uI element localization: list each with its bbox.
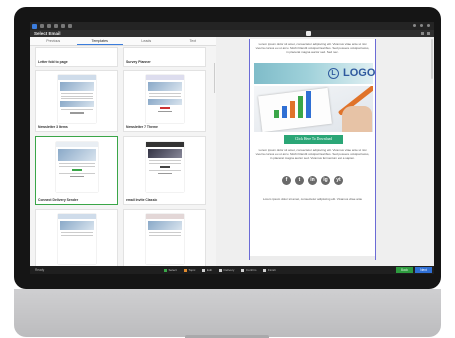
template-thumbnail <box>145 142 184 192</box>
template-card[interactable]: Letter fold to page <box>35 47 118 67</box>
step-swatch <box>241 268 245 272</box>
email-footer-band <box>250 256 375 260</box>
step-topic[interactable]: Topic <box>183 268 196 272</box>
template-card[interactable] <box>35 209 118 266</box>
step-label: Finish <box>267 268 276 272</box>
monitor-chin <box>14 289 441 337</box>
home-icon[interactable] <box>32 23 37 29</box>
notification-icon[interactable] <box>413 24 416 27</box>
tab-text[interactable]: Text <box>170 37 217 45</box>
step-select[interactable]: Select <box>164 268 177 272</box>
email-preview-area: Lorem ipsum dolor sit amet, consectetur … <box>216 37 434 266</box>
wizard-steps: Select Topic Edit Delivery Confirm Finis… <box>164 268 276 272</box>
folder-icon[interactable] <box>54 24 58 28</box>
template-thumbnail <box>145 214 184 264</box>
back-icon[interactable] <box>40 24 44 28</box>
social-icons: f t in ig yt <box>250 176 375 185</box>
grid-icon[interactable] <box>47 24 51 28</box>
youtube-icon[interactable]: yt <box>334 176 343 185</box>
step-swatch <box>164 268 167 272</box>
app-toolbar <box>30 22 434 30</box>
tab-leads[interactable]: Leads <box>123 37 170 45</box>
user-icon[interactable] <box>61 24 65 28</box>
template-caption: email Invite Classic <box>126 198 158 202</box>
close-icon[interactable] <box>427 32 430 35</box>
email-body-text: Lorem ipsum dolor sit amet, consectetur … <box>255 148 370 160</box>
template-thumbnail <box>57 214 96 264</box>
template-card[interactable]: email Invite Classic <box>123 136 206 205</box>
step-label: Delivery <box>223 268 235 272</box>
instagram-icon[interactable]: ig <box>321 176 330 185</box>
step-label: Edit <box>206 268 213 272</box>
template-tabs: Previous Templates Leads Text <box>30 37 216 46</box>
minimize-icon[interactable] <box>421 32 424 35</box>
step-label: Select <box>168 268 177 272</box>
email-intro-text: Lorem ipsum dolor sit amet, consectetur … <box>255 42 370 54</box>
step-swatch <box>263 268 267 272</box>
download-cta-button[interactable]: Click Here To Download <box>284 135 343 144</box>
template-card[interactable]: Newsletter 3 Items <box>35 70 118 132</box>
linkedin-icon[interactable]: in <box>308 176 317 185</box>
template-card-selected[interactable]: Connect Delivery Sender <box>35 136 118 205</box>
search-icon[interactable] <box>68 24 72 28</box>
template-thumbnail <box>55 142 98 192</box>
step-confirm[interactable]: Confirm <box>241 268 256 272</box>
email-footer-text: Lorem ipsum dolor sit amet, consectetur … <box>262 197 363 201</box>
step-label: Confirm <box>245 268 257 272</box>
twitter-icon[interactable]: t <box>295 176 304 185</box>
logo-mark: L <box>328 68 339 79</box>
template-thumbnail <box>57 75 96 123</box>
template-card[interactable]: Survey Planner <box>123 47 206 67</box>
app-screen: Select Email Previous Templates Leads Te… <box>30 22 434 274</box>
template-panel: Previous Templates Leads Text Letter fol… <box>30 37 216 266</box>
tab-previous[interactable]: Previous <box>30 37 77 45</box>
step-finish[interactable]: Finish <box>263 268 276 272</box>
step-edit[interactable]: Edit <box>202 268 212 272</box>
template-caption: Survey Planner <box>126 60 151 64</box>
dialog-title: Select Email <box>34 31 61 36</box>
status-text: Ready <box>35 268 45 272</box>
back-button[interactable]: Back <box>396 267 413 273</box>
tab-templates[interactable]: Templates <box>76 37 123 45</box>
dialog-titlebar: Select Email <box>30 30 434 37</box>
template-card[interactable]: Newsletter 7 Theme <box>123 70 206 132</box>
template-card[interactable] <box>123 209 206 266</box>
preview-toggle-button[interactable] <box>306 31 311 36</box>
email-logo-banner: L LOGO <box>254 63 376 84</box>
facebook-icon[interactable]: f <box>282 176 291 185</box>
template-caption: Newsletter 3 Items <box>38 125 68 129</box>
wizard-bottom-bar: Ready Select Topic Edit Delivery Confirm… <box>30 266 434 274</box>
settings-icon[interactable] <box>420 24 423 27</box>
template-scrollbar[interactable] <box>214 63 215 93</box>
next-button[interactable]: Next <box>415 267 432 273</box>
step-swatch <box>219 268 223 272</box>
email-hero-image <box>254 86 373 132</box>
step-swatch <box>183 268 187 272</box>
template-caption: Connect Delivery Sender <box>38 198 79 202</box>
template-caption: Newsletter 7 Theme <box>126 125 158 129</box>
logo-text: LOGO <box>343 67 376 79</box>
step-label: Topic <box>188 268 196 272</box>
template-caption: Letter fold to page <box>38 60 68 64</box>
email-preview: Lorem ipsum dolor sit amet, consectetur … <box>249 39 376 260</box>
template-thumbnail <box>145 75 184 123</box>
preview-scrollbar[interactable] <box>431 39 433 79</box>
step-swatch <box>202 268 206 272</box>
help-icon[interactable] <box>427 24 430 27</box>
step-delivery[interactable]: Delivery <box>219 268 234 272</box>
